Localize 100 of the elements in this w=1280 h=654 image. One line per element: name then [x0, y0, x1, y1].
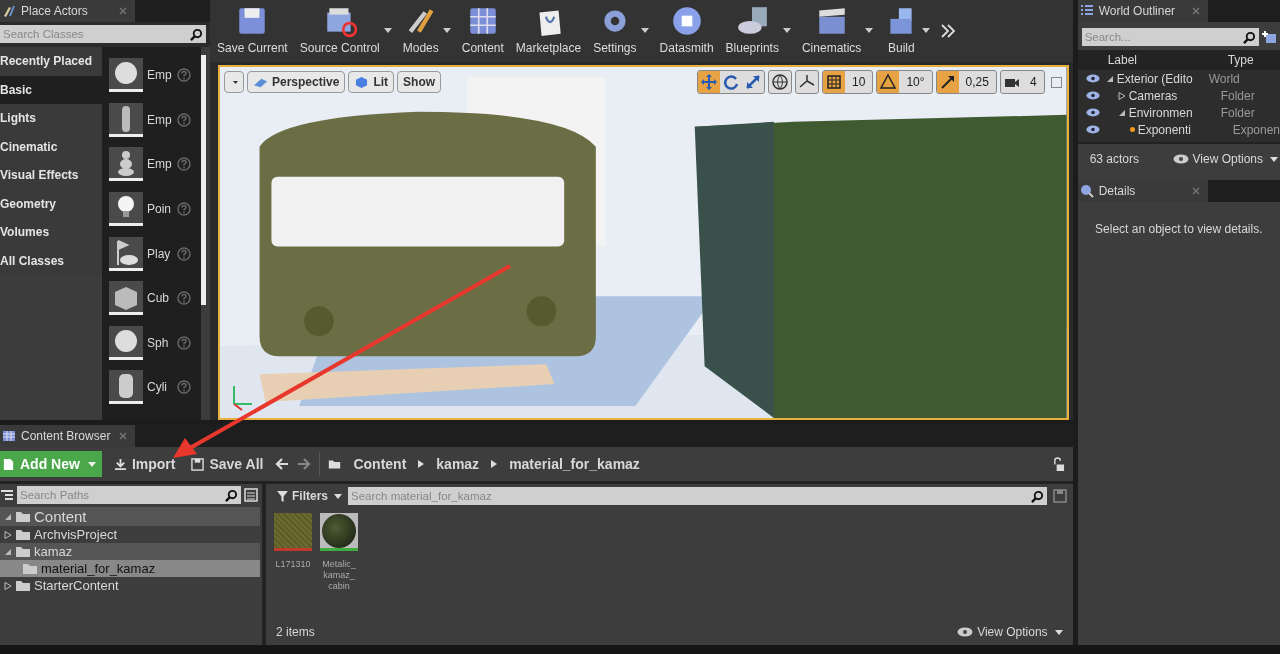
help-icon[interactable] — [177, 380, 191, 395]
column-header[interactable]: Type — [1227, 53, 1254, 67]
more-chevrons-icon[interactable] — [940, 24, 957, 38]
actor-name[interactable]: Emp — [147, 157, 173, 172]
visibility-eye-icon[interactable] — [1085, 74, 1100, 83]
folder-tree-item[interactable]: StarterContent — [15, 578, 119, 593]
actor-name[interactable]: Cub — [147, 291, 173, 306]
actor-name[interactable]: Emp — [147, 68, 173, 83]
panel-tab[interactable]: Content Browser — [0, 425, 135, 447]
panel-tab[interactable]: Place Actors — [0, 0, 135, 22]
grid-snap-icon[interactable] — [823, 71, 846, 93]
scrollbar[interactable] — [201, 55, 206, 305]
actor-name[interactable]: Cyli — [147, 380, 173, 395]
view-options-button[interactable]: View Options — [1172, 152, 1278, 166]
close-icon[interactable] — [1191, 7, 1200, 15]
outliner-item[interactable]: Exponenti — [1137, 122, 1191, 137]
toolbar-button[interactable]: Save Current — [214, 4, 291, 62]
visibility-eye-icon[interactable] — [1085, 108, 1100, 117]
dropdown-caret-icon[interactable] — [640, 28, 649, 33]
flag-icon[interactable] — [109, 236, 143, 271]
view-options-button[interactable]: View Options — [957, 625, 1063, 639]
outliner-item[interactable]: Cameras — [1128, 88, 1178, 103]
help-icon[interactable] — [177, 112, 191, 127]
breadcrumb-item[interactable]: Content — [349, 456, 411, 472]
filters-button[interactable]: Filters — [276, 489, 342, 503]
add-folder-icon[interactable] — [1262, 30, 1276, 44]
asset-name[interactable]: Metalic_kamaz_cabin — [320, 559, 358, 592]
save-all-button[interactable]: Save All — [187, 456, 268, 472]
import-button[interactable]: Import — [109, 456, 180, 472]
help-icon[interactable] — [177, 157, 191, 172]
actor-name[interactable]: Play — [147, 246, 173, 261]
outliner-item[interactable]: Environmen — [1128, 105, 1193, 120]
dropdown-caret-icon[interactable] — [383, 28, 392, 33]
help-icon[interactable] — [177, 291, 191, 306]
toolbar-button[interactable]: Marketplace — [512, 4, 585, 62]
column-header[interactable]: Label — [1077, 53, 1228, 67]
actor-name[interactable]: Sph — [147, 335, 173, 350]
collapsed-arrow-icon[interactable] — [4, 581, 12, 590]
folder-tree-item[interactable]: kamaz — [15, 544, 73, 559]
actor-name[interactable]: Poin — [147, 202, 173, 217]
toolbar-button[interactable]: Source Control — [296, 4, 394, 62]
toolbar-button[interactable]: Cinematics — [798, 4, 876, 62]
search-field[interactable]: Search material_for_kamaz — [348, 487, 1031, 505]
texture-thumbnail[interactable] — [274, 513, 312, 551]
actor-name[interactable]: Emp — [147, 112, 173, 127]
expanded-arrow-icon[interactable] — [4, 547, 12, 556]
search-field[interactable]: Search Paths — [17, 486, 225, 504]
search-field[interactable]: Search... — [1081, 28, 1243, 46]
panel-tab[interactable]: World Outliner — [1077, 0, 1208, 22]
dropdown-caret-icon[interactable] — [865, 28, 874, 33]
help-icon[interactable] — [177, 246, 191, 261]
scale-snap-icon[interactable] — [936, 71, 959, 93]
back-arrow-icon[interactable] — [275, 458, 290, 470]
expanded-arrow-icon[interactable] — [1105, 74, 1114, 83]
category-item[interactable]: Basic — [0, 75, 102, 104]
help-icon[interactable] — [177, 335, 191, 350]
visibility-eye-icon[interactable] — [1085, 91, 1100, 100]
help-icon[interactable] — [177, 68, 191, 83]
outliner-item[interactable]: Exterior (Edito — [1116, 71, 1193, 86]
globe-icon[interactable] — [768, 70, 793, 94]
forward-arrow-icon[interactable] — [297, 458, 312, 470]
list-icon[interactable] — [244, 488, 258, 502]
close-icon[interactable] — [119, 7, 127, 15]
viewport-button[interactable]: Perspective — [247, 71, 346, 93]
surface-snap-icon[interactable] — [795, 70, 820, 94]
close-icon[interactable] — [119, 432, 127, 440]
asset-name[interactable]: L171310 — [275, 559, 311, 570]
expanded-arrow-icon[interactable] — [1117, 108, 1126, 117]
maximize-icon[interactable] — [1050, 76, 1062, 88]
pawn-icon[interactable] — [109, 147, 143, 182]
expanded-arrow-icon[interactable] — [4, 512, 12, 521]
toolbar-button[interactable]: Settings — [590, 4, 651, 62]
viewport-button[interactable]: Show — [397, 71, 442, 93]
angle-snap-icon[interactable] — [877, 71, 900, 93]
viewport-button[interactable]: Lit — [348, 71, 395, 93]
breadcrumb-item[interactable]: material_for_kamaz — [505, 456, 644, 472]
unlocked-padlock-icon[interactable] — [1051, 456, 1065, 472]
collapsed-arrow-icon[interactable] — [4, 530, 12, 539]
close-icon[interactable] — [1191, 187, 1200, 195]
toolbar-button[interactable]: Content — [458, 4, 507, 62]
search-field[interactable]: Search Classes — [0, 25, 190, 43]
dropdown-caret-icon[interactable] — [922, 28, 931, 33]
panel-tab[interactable]: Details — [1077, 180, 1208, 202]
tree-toggle-icon[interactable] — [0, 488, 14, 502]
dropdown-caret-icon[interactable] — [442, 28, 451, 33]
light-bulb-icon[interactable] — [109, 192, 143, 227]
breadcrumb-item[interactable]: kamaz — [432, 456, 484, 472]
material-sphere-thumbnail[interactable] — [320, 513, 358, 551]
human-figure-icon[interactable] — [109, 102, 143, 137]
folder-tree-item[interactable]: ArchvisProject — [15, 527, 118, 542]
move-icon[interactable] — [698, 71, 721, 93]
collapsed-arrow-icon[interactable] — [1117, 91, 1126, 100]
help-icon[interactable] — [177, 202, 191, 217]
toolbar-button[interactable]: Blueprints — [722, 4, 793, 62]
dropdown-caret-icon[interactable] — [782, 28, 791, 33]
visibility-eye-icon[interactable] — [1085, 125, 1100, 134]
cube-icon[interactable] — [109, 281, 143, 316]
cylinder-icon[interactable] — [109, 370, 143, 405]
toolbar-button[interactable]: Build — [881, 4, 933, 62]
toolbar-button[interactable]: Datasmith — [656, 4, 717, 62]
